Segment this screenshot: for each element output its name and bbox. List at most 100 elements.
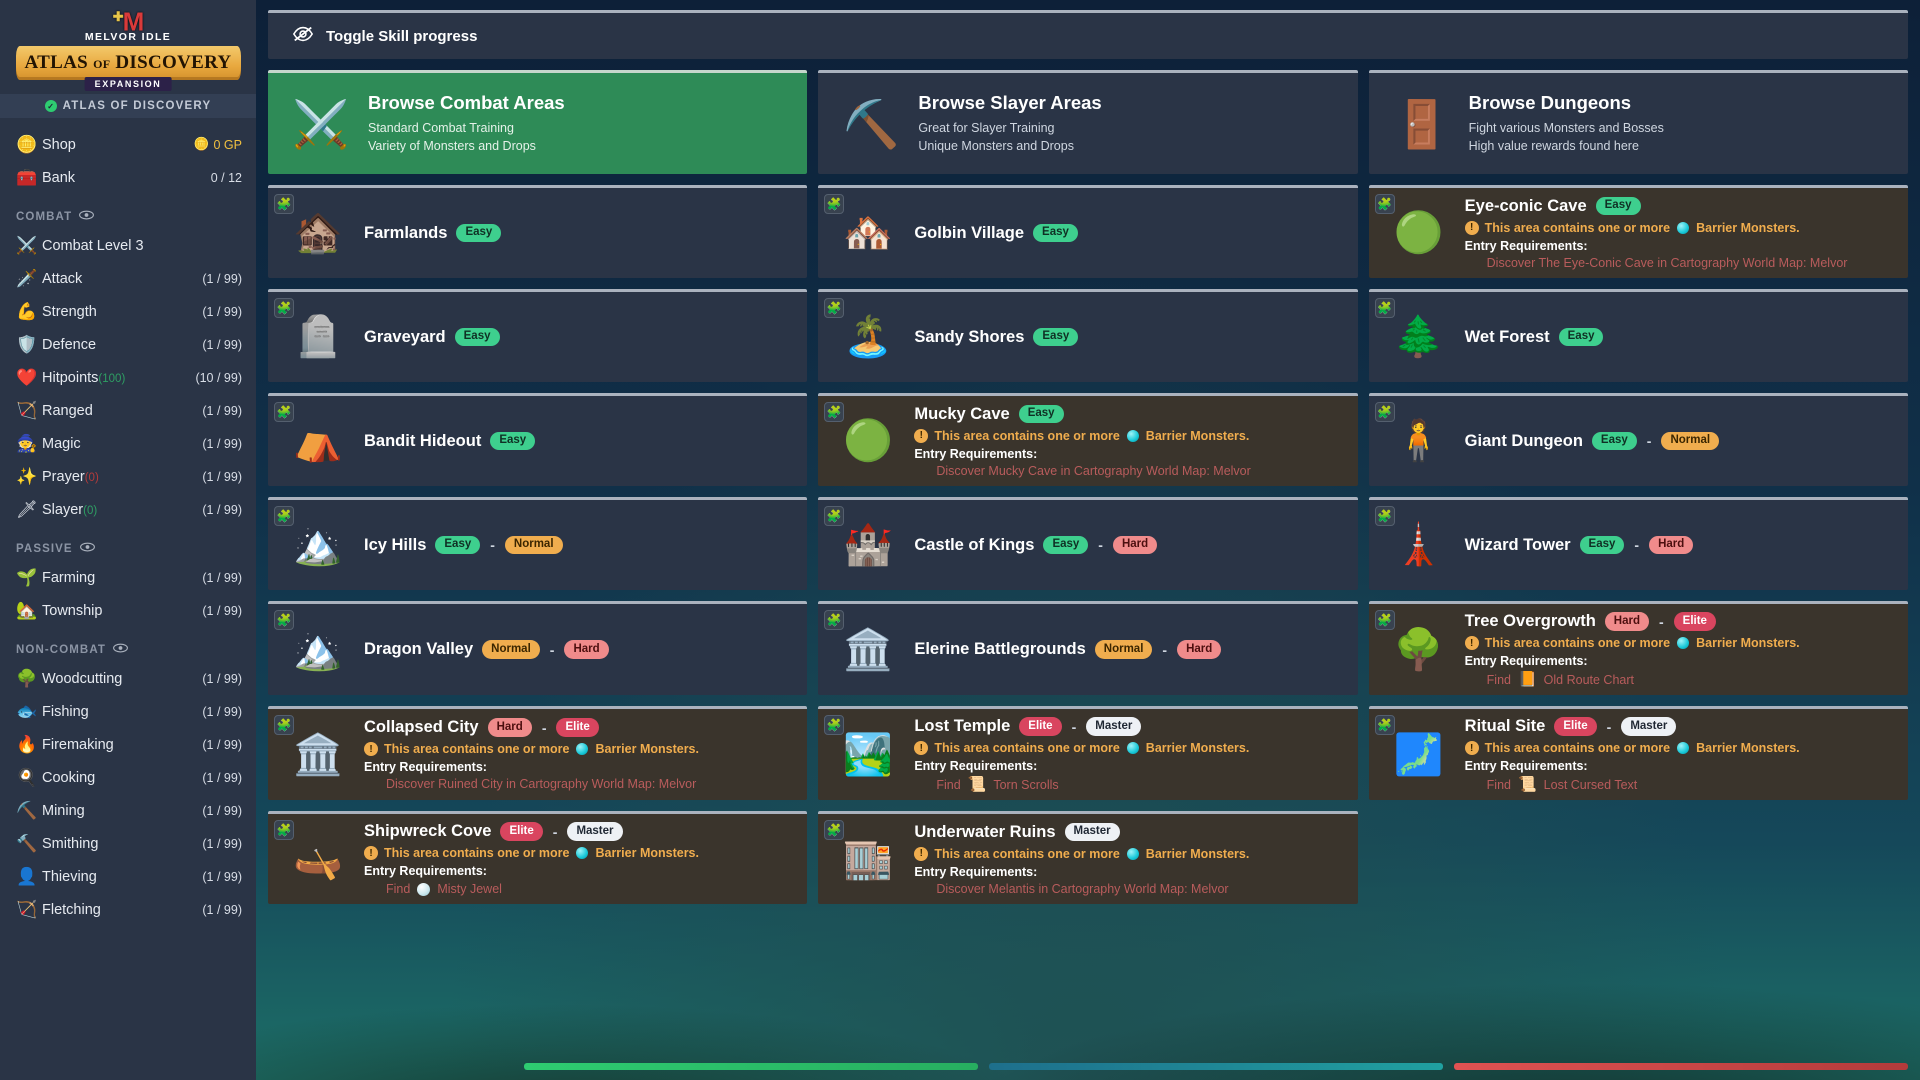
badge-separator: - — [1098, 537, 1103, 553]
sidebar-item-thieving[interactable]: 👤 Thieving (1 / 99) — [0, 860, 256, 893]
sidebar-item-woodcutting[interactable]: 🌳 Woodcutting (1 / 99) — [0, 662, 256, 695]
badge-separator: - — [1646, 433, 1652, 449]
eye-icon[interactable] — [79, 210, 95, 223]
difficulty-badge: Master — [1621, 717, 1677, 736]
badge-separator: - — [1162, 641, 1168, 658]
area-card-farmlands[interactable]: 🧩 🏚️ Farmlands Easy — [268, 185, 808, 278]
shield-icon: 🛡️ — [16, 335, 38, 354]
sidebar-item-township[interactable]: 🏡 Township (1 / 99) — [0, 594, 256, 627]
entry-requirements-label: Entry Requirements: — [914, 864, 1038, 879]
eye-icon[interactable] — [79, 542, 95, 555]
area-card-elerine-battlegrounds[interactable]: 🧩 🏛️ Elerine Battlegrounds Normal - Hard — [818, 601, 1358, 695]
barrier-monster-label: Barrier Monsters. — [595, 742, 699, 756]
area-card-eye-conic-cave[interactable]: 🧩 🟢 Eye-conic Cave Easy ! This area cont… — [1368, 185, 1908, 278]
castle-icon: 🏰 — [843, 523, 894, 567]
sidebar-item-fletching[interactable]: 🏹 Fletching (1 / 99) — [0, 893, 256, 926]
area-name: Tree Overgrowth — [1464, 612, 1596, 630]
area-card-golbin-village[interactable]: 🧩 🏘️ Golbin Village Easy — [818, 185, 1358, 278]
sidebar-nav: 🪙 Shop 🪙 0 GP 🧰 Bank 0 / 12 COMBAT ⚔️ Combat Leve… — [0, 118, 256, 926]
brand-title: MELVOR IDLE — [84, 30, 172, 43]
melvor-realm-icon: 🧩 — [276, 718, 292, 732]
sidebar-item-fishing[interactable]: 🐟 Fishing (1 / 99) — [0, 695, 256, 728]
sidebar-item-combat-level-3[interactable]: ⚔️ Combat Level 3 — [0, 229, 256, 262]
area-card-shipwreck-cove[interactable]: 🧩 🛶 Shipwreck Cove Elite - Master ! This a… — [268, 811, 808, 904]
barrier-monster-icon — [1677, 221, 1690, 234]
toggle-skill-progress-button[interactable]: Toggle Skill progress — [268, 10, 1908, 59]
realm-badge-melvor: 🧩 — [274, 298, 294, 318]
browse-cards-row: ⚔️ Browse Combat Areas Standard Combat T… — [268, 70, 1908, 174]
difficulty-badge: Easy — [456, 223, 502, 243]
barrier-warning-text: This area contains one or more — [1484, 741, 1671, 755]
barn-icon: 🏚️ — [293, 211, 343, 255]
sidebar-item-shop[interactable]: 🪙 Shop 🪙 0 GP — [0, 128, 256, 161]
barrier-monster-label: Barrier Monsters. — [1145, 741, 1250, 755]
sidebar-item-value: (1 / 99) — [202, 705, 242, 719]
sidebar-item-cooking[interactable]: 🍳 Cooking (1 / 99) — [0, 761, 256, 794]
difficulty-badge: Easy — [1595, 196, 1641, 216]
area-card-mucky-cave[interactable]: 🧩 🟢 Mucky Cave Easy ! This area contains… — [818, 393, 1358, 486]
area-card-graveyard[interactable]: 🧩 🪦 Graveyard Easy — [268, 289, 808, 382]
melvor-realm-icon: 🧩 — [1377, 718, 1393, 732]
sidebar-item-label: Farming — [42, 569, 96, 586]
old-route-chart-icon: 📙 — [1517, 671, 1537, 688]
area-card-sandy-shores[interactable]: 🧩 🏝️ Sandy Shores Easy — [818, 289, 1358, 382]
area-card-bandit-hideout[interactable]: 🧩 ⛺ Bandit Hideout Easy — [268, 393, 808, 486]
sidebar-item-label: Smithing — [42, 835, 99, 852]
sidebar-item-strength[interactable]: 💪 Strength (1 / 99) — [0, 295, 256, 328]
area-card-wizard-tower[interactable]: 🧩 🗼 Wizard Tower Easy - Hard — [1368, 497, 1908, 590]
browse-card-browse-combat-areas[interactable]: ⚔️ Browse Combat Areas Standard Combat T… — [268, 70, 808, 174]
area-card-underwater-ruins[interactable]: 🧩 🏬 Underwater Ruins Master ! This area … — [818, 811, 1358, 904]
sidebar-item-firemaking[interactable]: 🔥 Firemaking (1 / 99) — [0, 728, 256, 761]
sidebar-item-attack[interactable]: 🗡️ Attack (1 / 99) — [0, 262, 256, 295]
realm-badge-melvor: 🧩 — [274, 820, 294, 840]
sidebar-item-suffix: (100) — [98, 372, 126, 385]
seedling-icon: 🌱 — [16, 568, 38, 587]
difficulty-badge: Hard — [487, 718, 532, 737]
difficulty-badge: Easy — [1043, 535, 1089, 555]
sidebar-item-bank[interactable]: 🧰 Bank 0 / 12 — [0, 161, 256, 194]
sidebar-item-value-text: (1 / 99) — [202, 770, 242, 785]
info-icon: ! — [1464, 741, 1479, 755]
realm-badge-melvor: 🧩 — [1374, 194, 1395, 214]
difficulty-badge: Easy — [1558, 327, 1604, 347]
difficulty-badge: Hard — [1177, 640, 1222, 659]
area-card-ritual-site[interactable]: 🧩 🗾 Ritual Site Elite - Master ! This area… — [1368, 706, 1908, 800]
sidebar-item-ranged[interactable]: 🏹 Ranged (1 / 99) — [0, 394, 256, 427]
area-card-wet-forest[interactable]: 🧩 🌲 Wet Forest Easy — [1368, 289, 1908, 382]
area-card-castle-of-kings[interactable]: 🧩 🏰 Castle of Kings Easy - Hard — [818, 497, 1358, 590]
area-card-tree-overgrowth[interactable]: 🧩 🌳 Tree Overgrowth Hard - Elite ! This ar… — [1368, 601, 1908, 695]
browse-card-browse-slayer-areas[interactable]: ⛏️ Browse Slayer Areas Great for Slayer … — [818, 70, 1358, 174]
area-card-lost-temple[interactable]: 🧩 🏞️ Lost Temple Elite - Master ! This are… — [818, 706, 1358, 800]
progress-bar-3 — [1454, 1063, 1908, 1070]
sidebar-item-value: (1 / 99) — [202, 738, 242, 752]
barrier-warning-text: This area contains one or more — [1484, 636, 1671, 650]
active-expansion-bar[interactable]: ✓ ATLAS OF DISCOVERY — [0, 94, 256, 118]
barrier-monster-icon — [576, 743, 589, 755]
sidebar-item-hitpoints[interactable]: ❤️ Hitpoints(100) (10 / 99) — [0, 361, 256, 394]
sidebar-item-farming[interactable]: 🌱 Farming (1 / 99) — [0, 561, 256, 594]
sidebar-item-prayer[interactable]: ✨ Prayer(0) (1 / 99) — [0, 460, 256, 493]
area-card-icy-hills[interactable]: 🧩 🏔️ Icy Hills Easy - Normal — [268, 497, 808, 590]
sidebar-item-label: Magic — [42, 435, 81, 452]
sidebar-section-combat: COMBAT — [0, 194, 256, 229]
browse-card-browse-dungeons[interactable]: 🚪 Browse Dungeons Fight various Monsters… — [1368, 70, 1908, 174]
browse-card-line1: Standard Combat Training — [368, 121, 514, 135]
sidebar-item-smithing[interactable]: 🔨 Smithing (1 / 99) — [0, 827, 256, 860]
sidebar-item-slayer[interactable]: 🗡 Slayer(0) (1 / 99) — [0, 493, 256, 526]
coin-icon: 🪙 — [193, 137, 210, 151]
chest-icon: 🧰 — [16, 168, 38, 187]
area-card-dragon-valley[interactable]: 🧩 🏔️ Dragon Valley Normal - Hard — [268, 601, 808, 695]
sidebar-item-mining[interactable]: ⛏️ Mining (1 / 99) — [0, 794, 256, 827]
difficulty-badge: Hard — [564, 640, 609, 659]
area-card-collapsed-city[interactable]: 🧩 🏛️ Collapsed City Hard - Elite ! This ar… — [268, 706, 808, 800]
sidebar-item-value: (10 / 99) — [195, 371, 242, 385]
entry-requirement-find-item: Find Misty Jewel — [364, 882, 793, 896]
sidebar-item-magic[interactable]: 🧙 Magic (1 / 99) — [0, 427, 256, 460]
progress-bar-2 — [989, 1063, 1443, 1070]
sidebar-item-defence[interactable]: 🛡️ Defence (1 / 99) — [0, 328, 256, 361]
realm-badge-melvor: 🧩 — [1374, 506, 1395, 526]
eye-icon[interactable] — [113, 643, 128, 656]
area-card-giant-dungeon[interactable]: 🧩 🧍 Giant Dungeon Easy - Normal — [1368, 393, 1908, 486]
sidebar-item-value-text: (1 / 99) — [202, 836, 242, 851]
badge-separator: - — [1071, 718, 1077, 735]
